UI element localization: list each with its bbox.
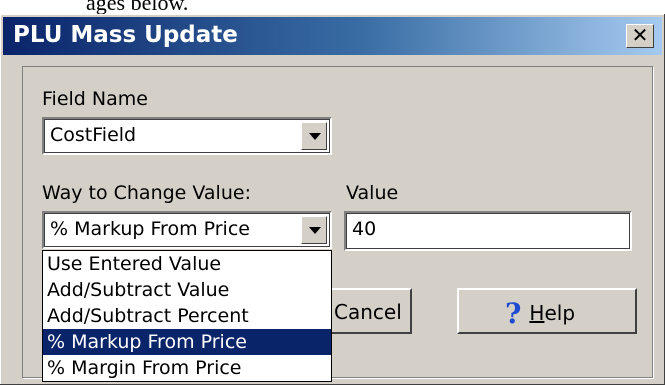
- dropdown-item-use-entered-value[interactable]: Use Entered Value: [43, 251, 331, 277]
- field-name-label: Field Name: [42, 88, 148, 110]
- chevron-down-icon[interactable]: [301, 122, 327, 150]
- field-name-value: CostField: [50, 124, 137, 146]
- title-bar[interactable]: PLU Mass Update ✕: [3, 17, 662, 55]
- help-button[interactable]: ? Help: [457, 288, 637, 334]
- cancel-button-label: Cancel: [334, 300, 402, 324]
- value-input[interactable]: 40: [344, 211, 632, 251]
- way-to-change-combobox[interactable]: % Markup From Price: [42, 211, 332, 249]
- help-mnemonic: H: [529, 301, 545, 325]
- help-label-rest: elp: [544, 301, 576, 325]
- question-mark-icon: ?: [505, 297, 522, 330]
- close-button[interactable]: ✕: [626, 24, 654, 48]
- value-input-text: 40: [352, 218, 377, 240]
- window-title: PLU Mass Update: [13, 22, 238, 48]
- way-to-change-label: Way to Change Value:: [42, 182, 251, 204]
- dropdown-item-markup-from-price[interactable]: % Markup From Price: [43, 329, 331, 355]
- chevron-down-icon[interactable]: [301, 216, 327, 244]
- dropdown-item-add-subtract-percent[interactable]: Add/Subtract Percent: [43, 303, 331, 329]
- value-label: Value: [346, 182, 399, 204]
- dropdown-item-margin-from-price[interactable]: % Margin From Price: [43, 355, 331, 381]
- way-to-change-value: % Markup From Price: [50, 218, 250, 240]
- dropdown-item-add-subtract-value[interactable]: Add/Subtract Value: [43, 277, 331, 303]
- help-button-content: ? Help: [505, 297, 575, 330]
- close-icon: ✕: [631, 23, 649, 47]
- field-name-combobox[interactable]: CostField: [42, 117, 332, 155]
- way-to-change-dropdown-list[interactable]: Use Entered Value Add/Subtract Value Add…: [42, 250, 332, 382]
